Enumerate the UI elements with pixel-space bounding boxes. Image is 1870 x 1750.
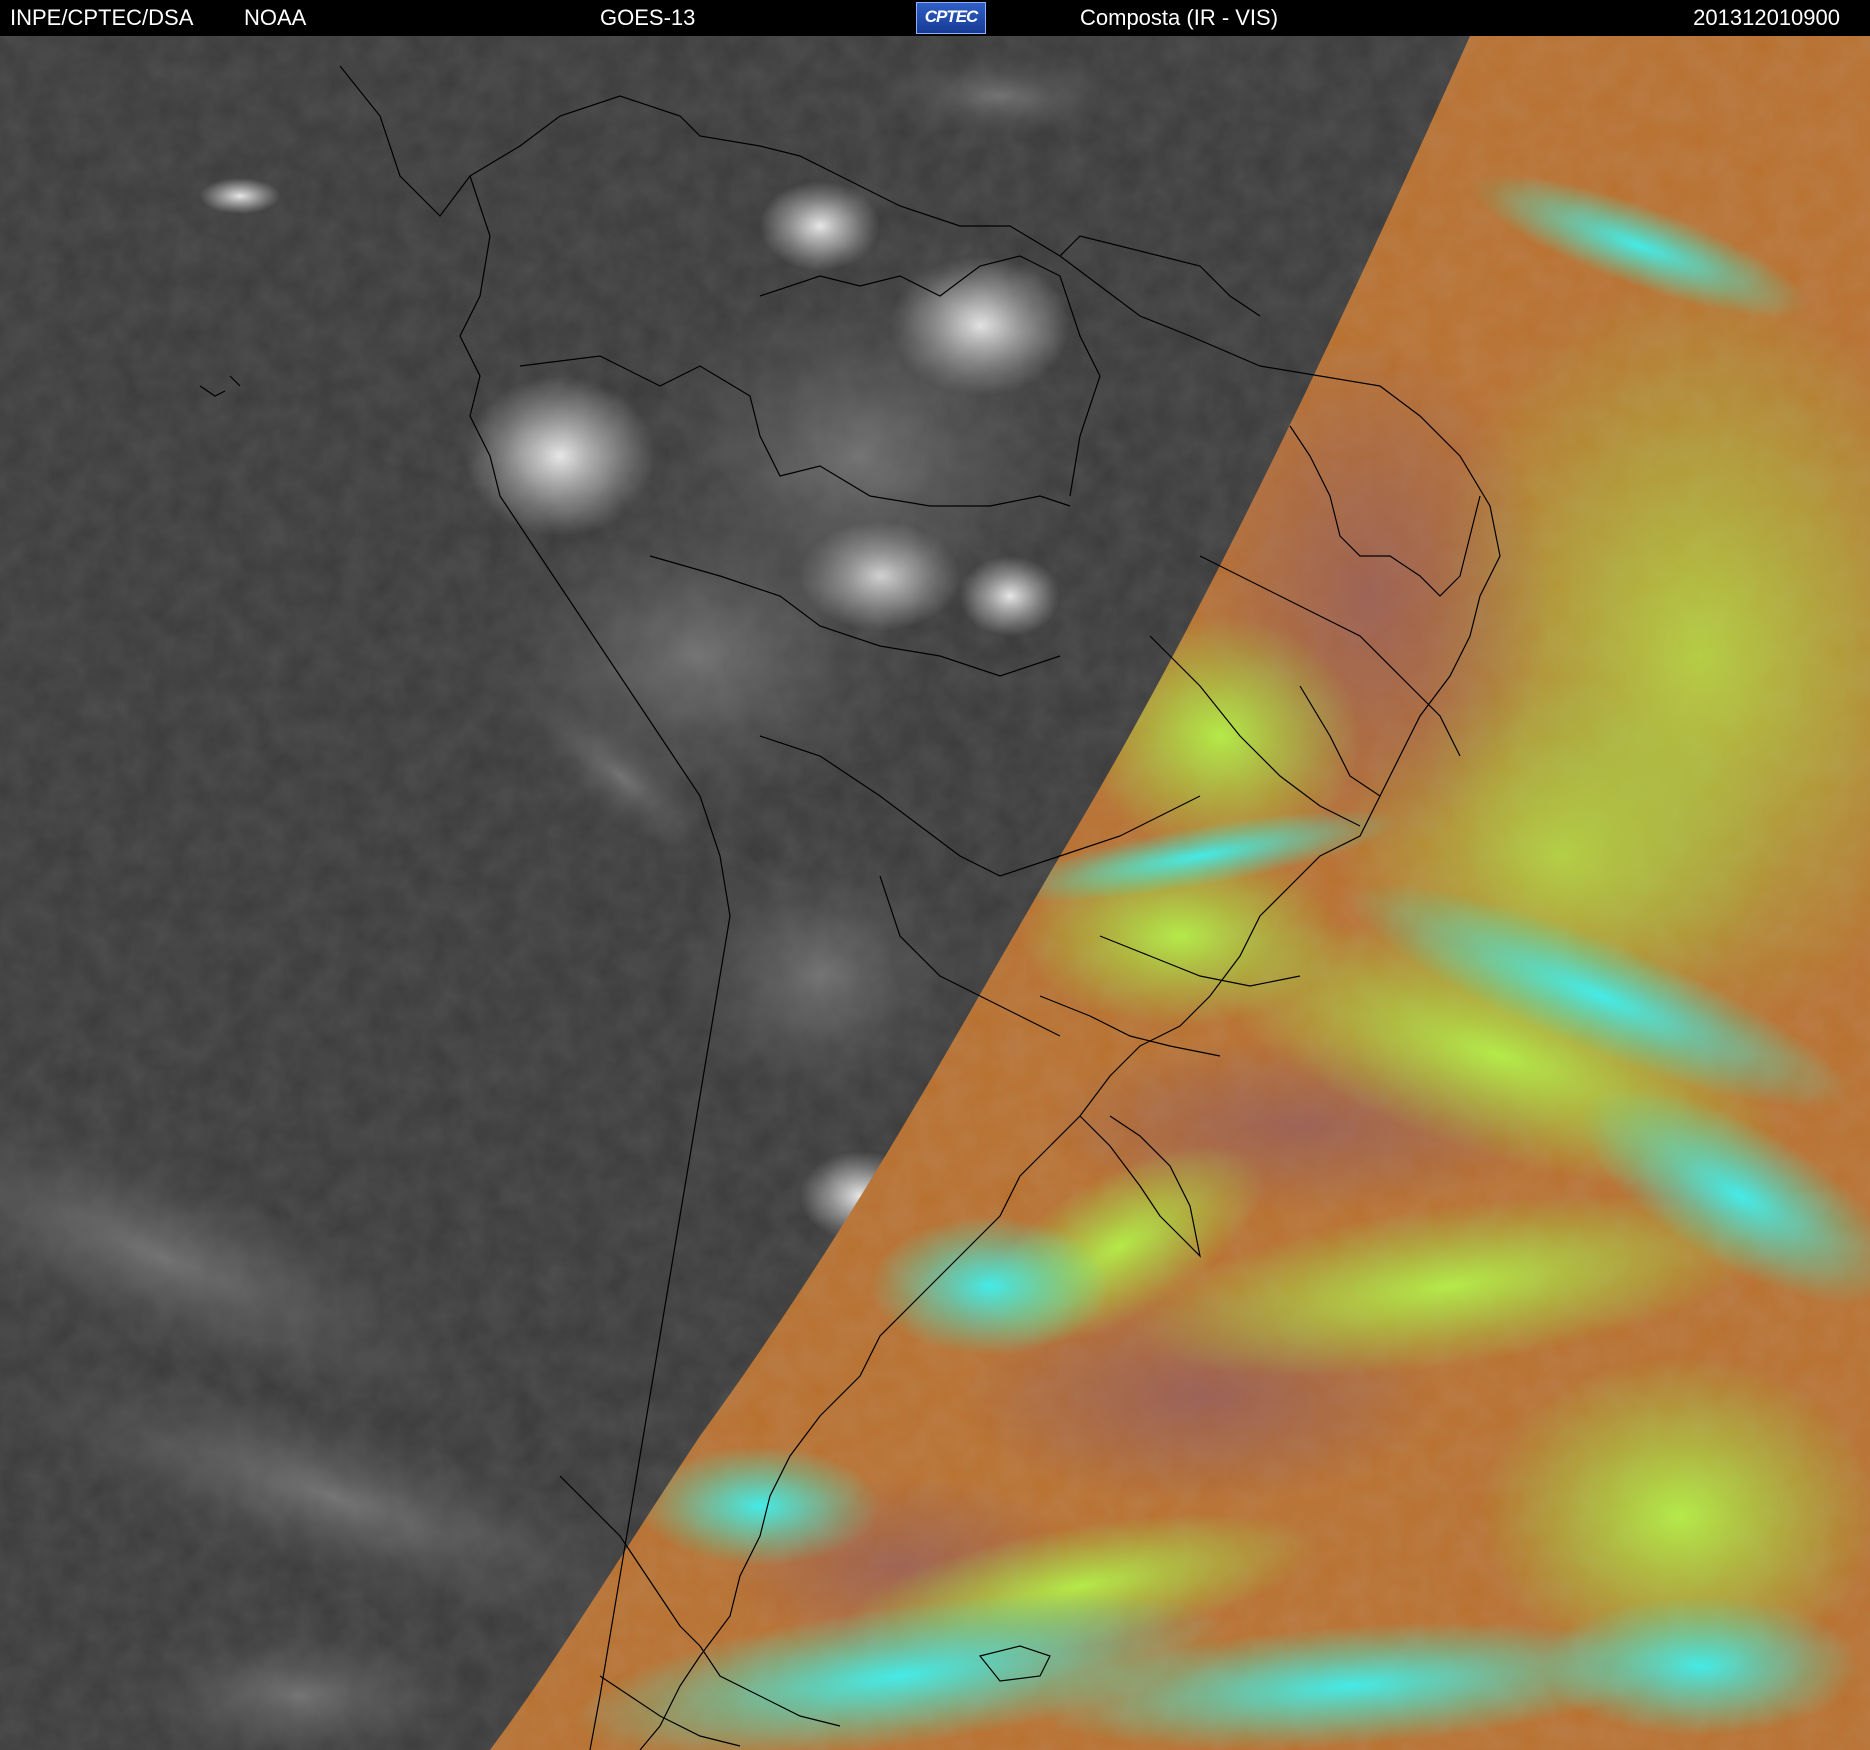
satellite-map [0,36,1870,1750]
product-label: Composta (IR - VIS) [1080,5,1279,30]
timestamp-label: 201312010900 [1693,5,1840,30]
header-bar: INPE/CPTEC/DSA NOAA GOES-13 CPTEC Compos… [0,0,1870,36]
satellite-image-frame: INPE/CPTEC/DSA NOAA GOES-13 CPTEC Compos… [0,0,1870,1750]
organization-label: INPE/CPTEC/DSA [10,5,194,30]
satellite-label: GOES-13 [600,5,696,30]
agency-label: NOAA [244,5,307,30]
map-svg [0,36,1870,1750]
cptec-logo: CPTEC [916,2,986,34]
